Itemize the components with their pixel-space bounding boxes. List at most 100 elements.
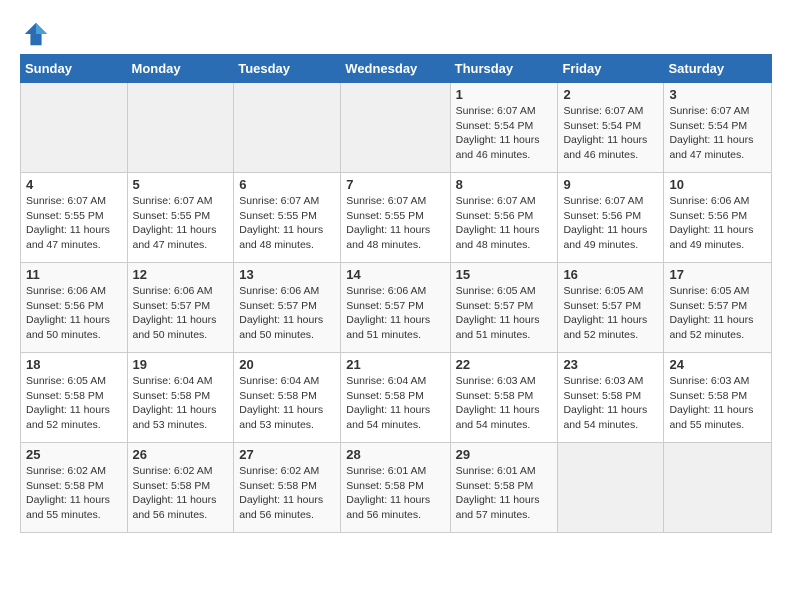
day-number: 21: [346, 357, 444, 372]
calendar-cell: 12 Sunrise: 6:06 AM Sunset: 5:57 PM Dayli…: [127, 263, 234, 353]
day-number: 25: [26, 447, 122, 462]
week-row-5: 25 Sunrise: 6:02 AM Sunset: 5:58 PM Dayli…: [21, 443, 772, 533]
day-number: 15: [456, 267, 553, 282]
day-number: 20: [239, 357, 335, 372]
day-number: 9: [563, 177, 658, 192]
calendar-cell: 23 Sunrise: 6:03 AM Sunset: 5:58 PM Dayli…: [558, 353, 664, 443]
calendar-cell: 9 Sunrise: 6:07 AM Sunset: 5:56 PM Daylig…: [558, 173, 664, 263]
week-row-3: 11Sunrise: 6:06 AM Sunset: 5:56 PM Dayli…: [21, 263, 772, 353]
calendar-cell: 3 Sunrise: 6:07 AM Sunset: 5:54 PM Daylig…: [664, 83, 772, 173]
day-info: Sunrise: 6:06 AM Sunset: 5:57 PM Dayligh…: [239, 284, 335, 343]
calendar-cell: [341, 83, 450, 173]
day-info: Sunrise: 6:01 AM Sunset: 5:58 PM Dayligh…: [456, 464, 553, 523]
week-row-4: 18 Sunrise: 6:05 AM Sunset: 5:58 PM Dayli…: [21, 353, 772, 443]
calendar-cell: 20 Sunrise: 6:04 AM Sunset: 5:58 PM Dayli…: [234, 353, 341, 443]
day-number: 26: [133, 447, 229, 462]
calendar-cell: 16Sunrise: 6:05 AM Sunset: 5:57 PM Dayli…: [558, 263, 664, 353]
calendar-cell: 6Sunrise: 6:07 AM Sunset: 5:55 PM Daylig…: [234, 173, 341, 263]
day-info: Sunrise: 6:05 AM Sunset: 5:57 PM Dayligh…: [669, 284, 766, 343]
day-info: Sunrise: 6:07 AM Sunset: 5:54 PM Dayligh…: [456, 104, 553, 163]
day-number: 18: [26, 357, 122, 372]
day-number: 29: [456, 447, 553, 462]
day-info: Sunrise: 6:05 AM Sunset: 5:57 PM Dayligh…: [456, 284, 553, 343]
calendar-cell: 5 Sunrise: 6:07 AM Sunset: 5:55 PM Daylig…: [127, 173, 234, 263]
day-number: 7: [346, 177, 444, 192]
col-header-saturday: Saturday: [664, 55, 772, 83]
col-header-thursday: Thursday: [450, 55, 558, 83]
calendar-table: SundayMondayTuesdayWednesdayThursdayFrid…: [20, 54, 772, 533]
calendar-cell: 13 Sunrise: 6:06 AM Sunset: 5:57 PM Dayli…: [234, 263, 341, 353]
day-info: Sunrise: 6:02 AM Sunset: 5:58 PM Dayligh…: [133, 464, 229, 523]
calendar-cell: 10Sunrise: 6:06 AM Sunset: 5:56 PM Dayli…: [664, 173, 772, 263]
calendar-cell: 29 Sunrise: 6:01 AM Sunset: 5:58 PM Dayli…: [450, 443, 558, 533]
calendar-cell: 11Sunrise: 6:06 AM Sunset: 5:56 PM Dayli…: [21, 263, 128, 353]
day-info: Sunrise: 6:07 AM Sunset: 5:55 PM Dayligh…: [346, 194, 444, 253]
col-header-sunday: Sunday: [21, 55, 128, 83]
logo-icon: [22, 20, 50, 48]
logo: [20, 20, 50, 48]
day-info: Sunrise: 6:02 AM Sunset: 5:58 PM Dayligh…: [239, 464, 335, 523]
day-info: Sunrise: 6:06 AM Sunset: 5:57 PM Dayligh…: [346, 284, 444, 343]
calendar-cell: [234, 83, 341, 173]
day-info: Sunrise: 6:01 AM Sunset: 5:58 PM Dayligh…: [346, 464, 444, 523]
day-number: 24: [669, 357, 766, 372]
week-row-2: 4 Sunrise: 6:07 AM Sunset: 5:55 PM Daylig…: [21, 173, 772, 263]
calendar-cell: 2 Sunrise: 6:07 AM Sunset: 5:54 PM Daylig…: [558, 83, 664, 173]
day-number: 12: [133, 267, 229, 282]
day-info: Sunrise: 6:07 AM Sunset: 5:56 PM Dayligh…: [563, 194, 658, 253]
calendar-cell: 22 Sunrise: 6:03 AM Sunset: 5:58 PM Dayli…: [450, 353, 558, 443]
day-info: Sunrise: 6:06 AM Sunset: 5:56 PM Dayligh…: [669, 194, 766, 253]
day-number: 17: [669, 267, 766, 282]
header-row: SundayMondayTuesdayWednesdayThursdayFrid…: [21, 55, 772, 83]
day-number: 8: [456, 177, 553, 192]
day-info: Sunrise: 6:04 AM Sunset: 5:58 PM Dayligh…: [133, 374, 229, 433]
calendar-cell: [21, 83, 128, 173]
calendar-cell: 1Sunrise: 6:07 AM Sunset: 5:54 PM Daylig…: [450, 83, 558, 173]
calendar-cell: 14 Sunrise: 6:06 AM Sunset: 5:57 PM Dayli…: [341, 263, 450, 353]
day-number: 28: [346, 447, 444, 462]
col-header-monday: Monday: [127, 55, 234, 83]
day-number: 2: [563, 87, 658, 102]
day-number: 6: [239, 177, 335, 192]
page-header: [20, 16, 772, 48]
day-info: Sunrise: 6:04 AM Sunset: 5:58 PM Dayligh…: [239, 374, 335, 433]
calendar-cell: 28 Sunrise: 6:01 AM Sunset: 5:58 PM Dayli…: [341, 443, 450, 533]
day-info: Sunrise: 6:03 AM Sunset: 5:58 PM Dayligh…: [669, 374, 766, 433]
day-number: 5: [133, 177, 229, 192]
day-info: Sunrise: 6:07 AM Sunset: 5:55 PM Dayligh…: [133, 194, 229, 253]
day-number: 19: [133, 357, 229, 372]
day-number: 3: [669, 87, 766, 102]
day-info: Sunrise: 6:06 AM Sunset: 5:57 PM Dayligh…: [133, 284, 229, 343]
day-number: 22: [456, 357, 553, 372]
calendar-cell: [664, 443, 772, 533]
day-number: 11: [26, 267, 122, 282]
calendar-cell: 24 Sunrise: 6:03 AM Sunset: 5:58 PM Dayli…: [664, 353, 772, 443]
calendar-cell: 4Sunrise: 6:07 AM Sunset: 5:55 PM Daylig…: [21, 173, 128, 263]
day-info: Sunrise: 6:02 AM Sunset: 5:58 PM Dayligh…: [26, 464, 122, 523]
day-number: 4: [26, 177, 122, 192]
day-number: 13: [239, 267, 335, 282]
calendar-cell: 15 Sunrise: 6:05 AM Sunset: 5:57 PM Dayli…: [450, 263, 558, 353]
day-number: 16: [563, 267, 658, 282]
col-header-friday: Friday: [558, 55, 664, 83]
calendar-cell: 7 Sunrise: 6:07 AM Sunset: 5:55 PM Daylig…: [341, 173, 450, 263]
day-info: Sunrise: 6:07 AM Sunset: 5:56 PM Dayligh…: [456, 194, 553, 253]
day-info: Sunrise: 6:07 AM Sunset: 5:54 PM Dayligh…: [669, 104, 766, 163]
calendar-cell: 8 Sunrise: 6:07 AM Sunset: 5:56 PM Daylig…: [450, 173, 558, 263]
day-number: 14: [346, 267, 444, 282]
col-header-wednesday: Wednesday: [341, 55, 450, 83]
calendar-cell: 19 Sunrise: 6:04 AM Sunset: 5:58 PM Dayli…: [127, 353, 234, 443]
calendar-cell: 25 Sunrise: 6:02 AM Sunset: 5:58 PM Dayli…: [21, 443, 128, 533]
calendar-cell: 21 Sunrise: 6:04 AM Sunset: 5:58 PM Dayli…: [341, 353, 450, 443]
col-header-tuesday: Tuesday: [234, 55, 341, 83]
day-number: 23: [563, 357, 658, 372]
calendar-cell: [558, 443, 664, 533]
day-info: Sunrise: 6:03 AM Sunset: 5:58 PM Dayligh…: [456, 374, 553, 433]
day-number: 27: [239, 447, 335, 462]
day-info: Sunrise: 6:03 AM Sunset: 5:58 PM Dayligh…: [563, 374, 658, 433]
day-info: Sunrise: 6:05 AM Sunset: 5:58 PM Dayligh…: [26, 374, 122, 433]
day-info: Sunrise: 6:07 AM Sunset: 5:54 PM Dayligh…: [563, 104, 658, 163]
calendar-cell: 17 Sunrise: 6:05 AM Sunset: 5:57 PM Dayli…: [664, 263, 772, 353]
day-info: Sunrise: 6:04 AM Sunset: 5:58 PM Dayligh…: [346, 374, 444, 433]
calendar-cell: [127, 83, 234, 173]
